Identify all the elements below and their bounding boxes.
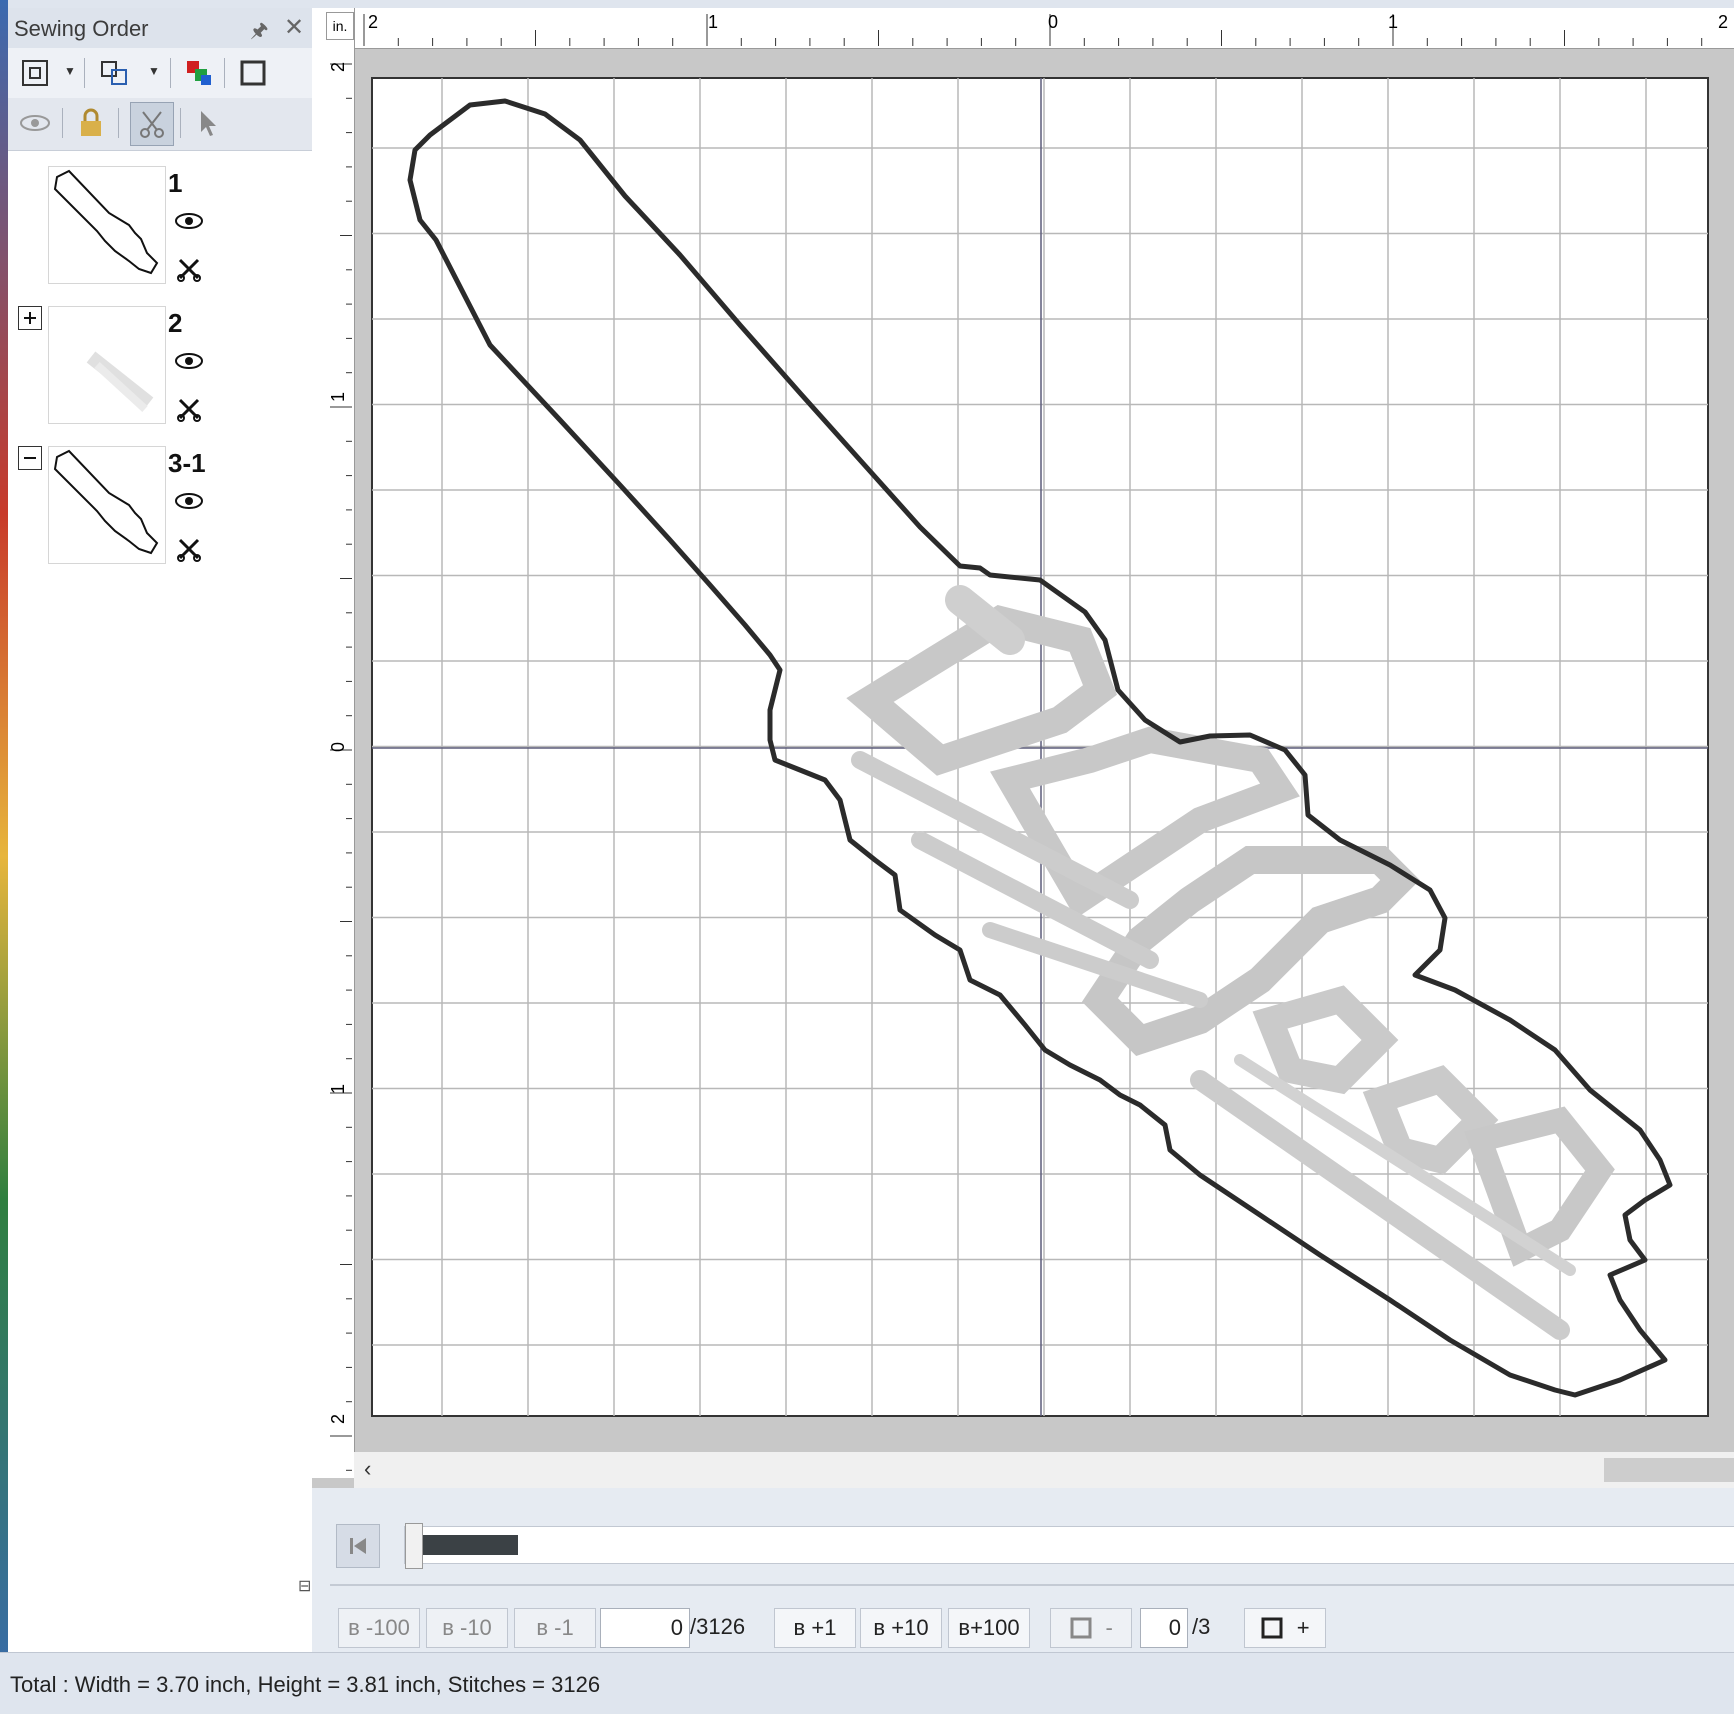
ruler-label: 1 (708, 12, 718, 32)
current-color-input[interactable]: 0 (1140, 1608, 1188, 1648)
status-text: Total : Width = 3.70 inch, Height = 3.81… (10, 1672, 601, 1697)
ruler-label: 2 (328, 1414, 348, 1424)
ruler-label: 0 (328, 742, 348, 752)
ruler-label: 1 (328, 1084, 348, 1094)
skip-to-start-icon (350, 1538, 366, 1554)
current-stitch-input[interactable]: 0 (600, 1608, 690, 1648)
needle-icon: ʙ (442, 1615, 454, 1640)
needle-icon: ʙ (793, 1615, 806, 1640)
scrollbar-thumb[interactable] (1604, 1458, 1734, 1482)
ruler-label: 1 (1388, 12, 1398, 32)
step-back-10-button[interactable]: ʙ -10 (426, 1608, 508, 1648)
step-label: -10 (460, 1615, 492, 1640)
horizontal-scrollbar[interactable]: ‹ (354, 1452, 1734, 1488)
step-back-100-button[interactable]: ʙ -100 (338, 1608, 420, 1648)
step-label: +1 (811, 1615, 837, 1640)
scroll-left-icon[interactable]: ‹ (364, 1456, 371, 1482)
ruler-label: 0 (1048, 12, 1058, 32)
stitch-progress-track[interactable] (404, 1523, 1734, 1569)
total-colors: /3 (1192, 1614, 1211, 1639)
step-forward-10-button[interactable]: ʙ +10 (860, 1608, 942, 1648)
needle-icon: ʙ (536, 1615, 548, 1640)
collapse-icon[interactable]: ⊟ (298, 1576, 311, 1596)
ruler-label: 2 (368, 12, 378, 32)
ruler-label: 2 (328, 62, 348, 72)
step-label: +100 (970, 1615, 1020, 1640)
total-stitches: /3126 (690, 1614, 746, 1639)
previous-color-button[interactable]: - (1050, 1608, 1132, 1648)
next-color-button[interactable]: + (1244, 1608, 1326, 1648)
step-label: + (1296, 1615, 1310, 1640)
needle-icon: ʙ (348, 1615, 360, 1640)
needle-icon: ʙ (958, 1615, 971, 1640)
divider (330, 1584, 1734, 1586)
ruler-label: 2 (1718, 12, 1728, 32)
step-forward-100-button[interactable]: ʙ +100 (948, 1608, 1030, 1648)
step-label: +10 (891, 1615, 929, 1640)
step-back-1-button[interactable]: ʙ -1 (514, 1608, 596, 1648)
step-forward-1-button[interactable]: ʙ +1 (774, 1608, 856, 1648)
step-label: - (1105, 1615, 1113, 1640)
frame-icon (1261, 1617, 1283, 1639)
needle-icon: ʙ (873, 1615, 886, 1640)
frame-icon (1070, 1617, 1092, 1639)
go-to-start-button[interactable] (336, 1524, 380, 1568)
stitch-progress-fill (413, 1535, 518, 1555)
ruler-label: 1 (328, 392, 348, 402)
step-label: -100 (365, 1615, 410, 1640)
step-label: -1 (554, 1615, 574, 1640)
progress-slider-handle[interactable] (405, 1523, 423, 1569)
